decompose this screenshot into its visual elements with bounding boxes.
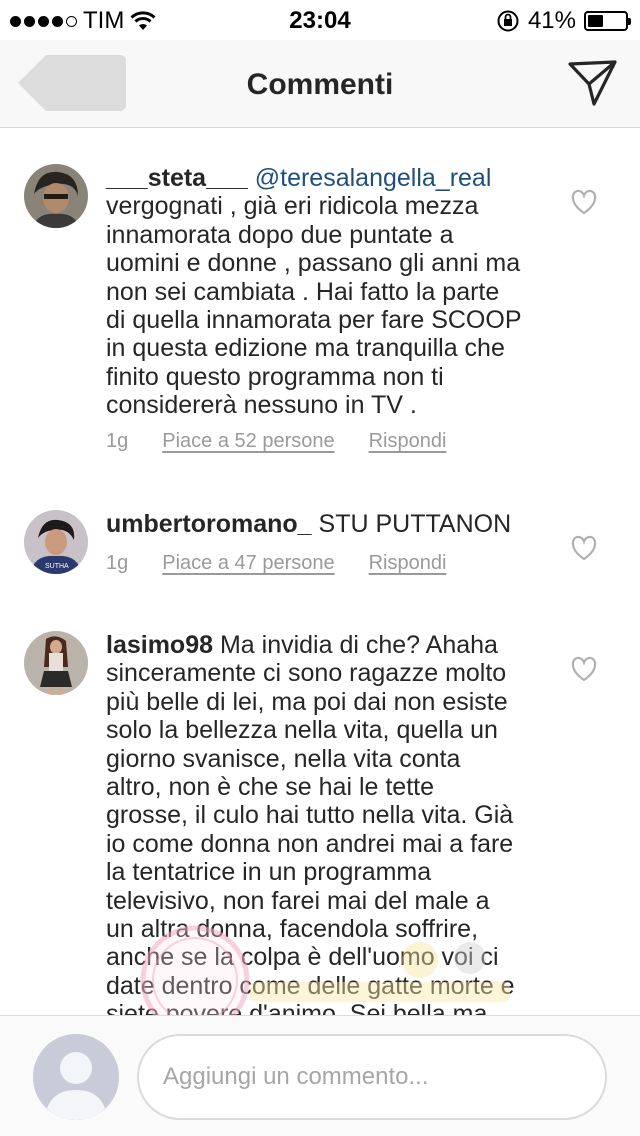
avatar[interactable] (24, 164, 88, 228)
comment-line: STU PUTTANON (318, 510, 512, 538)
comment-meta: 1g Piace a 52 persone Rispondi (106, 430, 446, 453)
comment-meta: 1g Piace a 47 persone Rispondi (106, 552, 446, 575)
comment-line: in questa edizione ma tranquilla che (106, 334, 505, 363)
comment-line: di quella innamorata per fare SCOOP (106, 306, 522, 335)
comment-line: sinceramente ci sono ragazze molto (106, 659, 507, 688)
comment-time: 1g (106, 430, 129, 452)
comment-line: solo la bellezza nella vita, quella un (106, 716, 498, 745)
battery-percent: 41% (527, 7, 576, 34)
comment-line: non sei cambiata . Hai fatto la parte (106, 277, 500, 306)
avatar[interactable] (24, 631, 88, 695)
mention-link[interactable]: @teresalangella_real (255, 164, 492, 192)
reply-button[interactable]: Rispondi (369, 430, 447, 453)
comment-line: altro, non è che se hai le tette (106, 773, 434, 802)
battery-icon (584, 11, 631, 31)
comment-text: umbertoromano_ STU PUTTANON (106, 510, 546, 538)
comment-line: innamorata dopo due puntate a (106, 220, 454, 249)
avatar[interactable]: SUTHA (24, 510, 88, 574)
username[interactable]: ___steta___ (106, 164, 248, 192)
page-title: Commenti (246, 68, 394, 101)
comment-line: considererà nessuno in TV . (106, 391, 417, 420)
likes-link[interactable]: Piace a 47 persone (162, 552, 334, 575)
comment-line: anche se la colpa è dell'uomo voi ci (106, 943, 499, 972)
username[interactable]: lasimo98 (106, 631, 213, 659)
likes-link[interactable]: Piace a 52 persone (162, 430, 334, 453)
comment-text: lasimo98 Ma invidia di che? Ahaha sincer… (106, 631, 546, 1029)
comment-line: finito questo programma non ti (106, 362, 444, 391)
avatar (33, 1034, 119, 1120)
comment-time: 1g (106, 552, 129, 574)
comment-line: date dentro come delle gatte morte e (106, 971, 515, 1000)
comment-input[interactable] (137, 1034, 607, 1120)
comment-composer (0, 1015, 640, 1136)
comment-line: uomini e donne , passano gli anni ma (106, 249, 521, 278)
send-paper-plane-icon[interactable] (568, 58, 618, 108)
like-heart-icon[interactable] (570, 535, 598, 561)
comment-line: un altra donna, facendola soffrire, (106, 915, 479, 944)
like-heart-icon[interactable] (570, 656, 598, 682)
comment-line: grosse, il culo hai tutto nella vita. Gi… (106, 801, 514, 830)
svg-text:SUTHA: SUTHA (45, 563, 69, 570)
navigation-bar: Commenti (0, 40, 640, 128)
battery-level (588, 15, 603, 27)
comment-text: ___steta___ @teresalangella_real vergogn… (106, 164, 546, 420)
status-right: 41% (496, 7, 631, 35)
rotation-lock-icon (497, 10, 519, 32)
comment-line: io come donna non andrei mai a fare (106, 829, 514, 858)
comment-line: giorno svanisce, nella vita conta (106, 744, 461, 773)
comment-line: Ma invidia di che? Ahaha (219, 631, 498, 659)
comment-line: più belle di lei, ma poi dai non esiste (106, 687, 508, 716)
comment-line: vergognati , già eri ridicola mezza (106, 192, 479, 221)
like-heart-icon[interactable] (570, 189, 598, 215)
username[interactable]: umbertoromano_ (106, 510, 312, 538)
status-bar: TIM 23:04 41% (0, 0, 640, 40)
reply-button[interactable]: Rispondi (369, 552, 447, 575)
comment-line: televisivo, non farei mai del male a (106, 886, 490, 915)
comment-line: la tentatrice in un programma (106, 858, 432, 887)
